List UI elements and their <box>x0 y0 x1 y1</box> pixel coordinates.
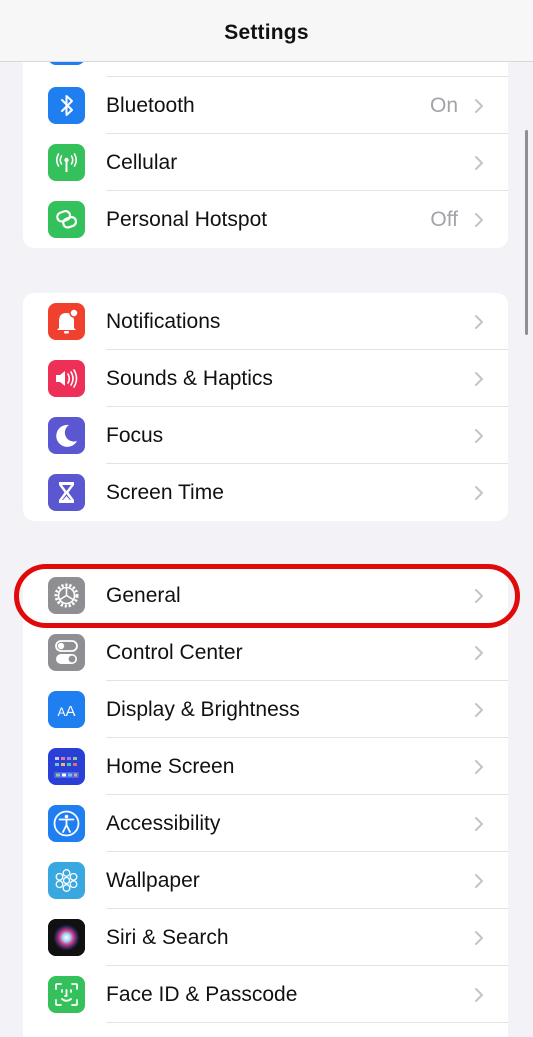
row-label: Siri & Search <box>106 925 229 949</box>
text-size-icon: AA <box>48 691 85 728</box>
settings-row-display-and-brightness[interactable]: AA Display & Brightness <box>23 681 508 738</box>
chevron-right-icon <box>475 371 483 386</box>
row-separator <box>106 1022 508 1023</box>
settings-list[interactable]: Bluetooth On Cellular Personal Hotspot Off N… <box>0 0 533 1037</box>
row-label: Personal Hotspot <box>106 207 268 231</box>
scrollbar[interactable] <box>525 130 528 335</box>
chevron-right-icon <box>475 485 483 500</box>
antenna-icon <box>48 144 85 181</box>
row-label: Wallpaper <box>106 868 200 892</box>
chevron-right-icon <box>475 212 483 227</box>
row-label: General <box>106 583 181 607</box>
settings-row-focus[interactable]: Focus <box>23 407 508 464</box>
row-label: Bluetooth <box>106 93 195 117</box>
chevron-right-icon <box>475 816 483 831</box>
row-label: Control Center <box>106 640 243 664</box>
chevron-right-icon <box>475 645 483 660</box>
notification-bell-icon <box>48 303 85 340</box>
row-label: Screen Time <box>106 480 224 504</box>
row-label: Notifications <box>106 309 221 333</box>
speaker-icon <box>48 360 85 397</box>
settings-row-personal-hotspot[interactable]: Personal Hotspot Off <box>23 191 508 248</box>
settings-group-notifications: Notifications Sounds & Haptics Focus Screen… <box>23 293 508 521</box>
svg-text:AA: AA <box>57 703 75 720</box>
settings-row-notifications[interactable]: Notifications <box>23 293 508 350</box>
chevron-right-icon <box>475 930 483 945</box>
settings-row-cellular[interactable]: Cellular <box>23 134 508 191</box>
row-label: Sounds & Haptics <box>106 366 273 390</box>
app-grid-icon <box>48 748 85 785</box>
chevron-right-icon <box>475 987 483 1002</box>
row-label: Cellular <box>106 150 178 174</box>
settings-row-home-screen[interactable]: Home Screen <box>23 738 508 795</box>
settings-row-bluetooth[interactable]: Bluetooth On <box>23 77 508 134</box>
row-label: Face ID & Passcode <box>106 982 298 1006</box>
navigation-bar: Settings <box>0 0 533 62</box>
hotspot-link-icon <box>48 201 85 238</box>
chevron-right-icon <box>475 702 483 717</box>
flower-icon <box>48 862 85 899</box>
toggles-icon <box>48 634 85 671</box>
row-value: Off <box>430 207 458 231</box>
row-label: Home Screen <box>106 754 235 778</box>
row-label: Accessibility <box>106 811 221 835</box>
settings-row-general[interactable]: General <box>23 567 508 624</box>
settings-row-screen-time[interactable]: Screen Time <box>23 464 508 521</box>
settings-row-wallpaper[interactable]: Wallpaper <box>23 852 508 909</box>
accessibility-person-icon <box>48 805 85 842</box>
chevron-right-icon <box>475 428 483 443</box>
row-label: Focus <box>106 423 164 447</box>
face-id-icon <box>48 976 85 1013</box>
row-value: On <box>429 93 458 117</box>
moon-icon <box>48 417 85 454</box>
chevron-right-icon <box>475 98 483 113</box>
settings-row-face-id-and-passcode[interactable]: Face ID & Passcode <box>23 966 508 1023</box>
hourglass-icon <box>48 474 85 511</box>
page-title: Settings <box>224 20 309 44</box>
chevron-right-icon <box>475 314 483 329</box>
gear-icon <box>48 577 85 614</box>
siri-orb-icon <box>48 919 85 956</box>
bluetooth-icon <box>48 87 85 124</box>
settings-row-sounds-and-haptics[interactable]: Sounds & Haptics <box>23 350 508 407</box>
chevron-right-icon <box>475 759 483 774</box>
settings-group-general: General Control Center AA Display & Brightn… <box>23 567 508 1037</box>
row-label: Display & Brightness <box>106 697 300 721</box>
chevron-right-icon <box>475 155 483 170</box>
chevron-right-icon <box>475 588 483 603</box>
settings-row-siri-and-search[interactable]: Siri & Search <box>23 909 508 966</box>
settings-row-control-center[interactable]: Control Center <box>23 624 508 681</box>
settings-row-accessibility[interactable]: Accessibility <box>23 795 508 852</box>
chevron-right-icon <box>475 873 483 888</box>
